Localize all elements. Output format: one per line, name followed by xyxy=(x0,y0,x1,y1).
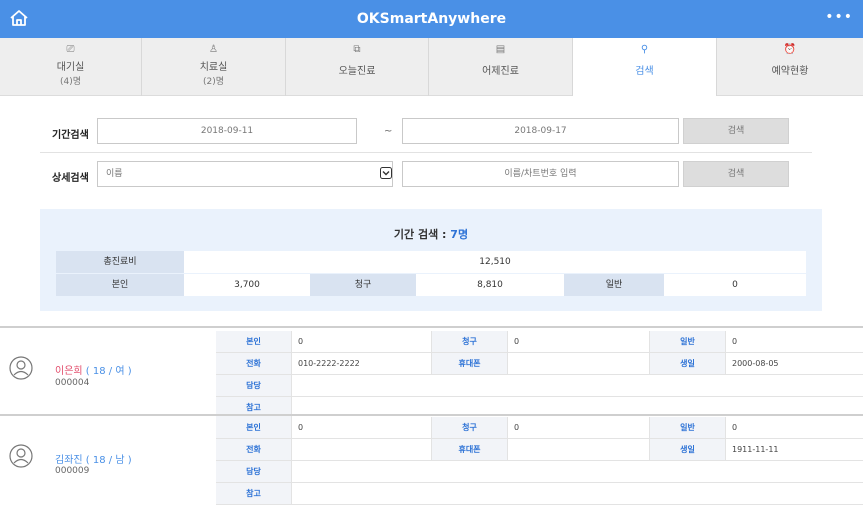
total-fee-label: 총진료비 xyxy=(56,251,184,273)
patient-row[interactable]: 이은희 ( 18 / 여 ) 000004 본인 0 청구 0 일반 0 전화 … xyxy=(0,328,863,419)
general-label: 일반 xyxy=(564,274,664,296)
patient-age-sex: ( 18 / 여 ) xyxy=(85,366,132,377)
summary-title: 기간 검색 : xyxy=(393,228,451,241)
patient-name-line: 김좌진 ( 18 / 남 ) xyxy=(55,451,132,466)
tab-label: 오늘진료 xyxy=(338,66,376,77)
general-value: 0 xyxy=(664,274,806,296)
summary-heading: 기간 검색 : 7명 xyxy=(40,226,822,242)
claim-label: 청구 xyxy=(310,274,416,296)
manager-value xyxy=(292,461,863,483)
period-search-button[interactable]: 검색 xyxy=(683,118,789,144)
tab-label: 어제진료 xyxy=(482,66,519,77)
divider xyxy=(40,152,812,153)
claim-label: 청구 xyxy=(432,417,508,439)
person-icon: ♙ xyxy=(209,44,218,55)
birth-value: 2000-08-05 xyxy=(726,353,863,375)
general-value: 0 xyxy=(726,331,863,353)
period-search-label: 기간검색 xyxy=(52,130,89,141)
birth-label: 생일 xyxy=(650,353,726,375)
tab-yesterday[interactable]: ▤ 어제진료 xyxy=(429,38,573,96)
patient-chart-number: 000004 xyxy=(55,378,90,388)
date-range-tilde: ~ xyxy=(384,126,393,137)
birth-value: 1911-11-11 xyxy=(726,439,863,461)
manager-value xyxy=(292,375,863,397)
claim-value: 8,810 xyxy=(416,274,564,296)
self-pay-value: 0 xyxy=(292,331,432,353)
app-title: OKSmartAnywhere xyxy=(356,11,507,27)
patient-name: 김좌진 xyxy=(55,455,83,466)
avatar-icon xyxy=(9,356,33,380)
patient-name-line: 이은희 ( 18 / 여 ) xyxy=(55,362,132,377)
door-icon: ⎚ xyxy=(66,44,75,55)
self-pay-label: 본인 xyxy=(216,417,292,439)
tab-label: 예약현황 xyxy=(771,66,809,77)
more-menu-icon[interactable]: ••• xyxy=(825,9,853,25)
general-label: 일반 xyxy=(650,331,726,353)
avatar-icon xyxy=(9,444,33,468)
self-pay-label: 본인 xyxy=(216,331,292,353)
tab-search[interactable]: ⚲ 검색 xyxy=(573,38,717,96)
copy-icon: ⧉ xyxy=(353,44,361,55)
patient-row[interactable]: 김좌진 ( 18 / 남 ) 000009 본인 0 청구 0 일반 0 전화 … xyxy=(0,414,863,505)
claim-label: 청구 xyxy=(432,331,508,353)
name-chart-input[interactable]: 이름/차트번호 입력 xyxy=(402,161,679,187)
tab-treatment-room[interactable]: ♙ 치료실 (2)명 xyxy=(142,38,286,96)
calendar-icon: ▤ xyxy=(495,44,506,55)
general-value: 0 xyxy=(726,417,863,439)
tab-count: (4)명 xyxy=(59,77,82,87)
phone-value: 010-2222-2222 xyxy=(292,353,432,375)
tab-label: 대기실 xyxy=(56,62,85,73)
phone-label: 전화 xyxy=(216,353,292,375)
summary-count: 7명 xyxy=(450,228,469,241)
self-pay-value: 0 xyxy=(292,417,432,439)
tab-label: 검색 xyxy=(635,66,654,77)
tab-count: (2)명 xyxy=(202,77,225,87)
detail-search-select[interactable]: 이름 xyxy=(97,161,393,187)
tab-waiting-room[interactable]: ⎚ 대기실 (4)명 xyxy=(0,38,142,96)
tab-reservations[interactable]: ⏰ 예약현황 xyxy=(717,38,863,96)
patient-chart-number: 000009 xyxy=(55,466,90,476)
birth-label: 생일 xyxy=(650,439,726,461)
search-icon: ⚲ xyxy=(640,44,649,55)
period-summary-panel: 기간 검색 : 7명 총진료비 12,510 본인 3,700 청구 8,810… xyxy=(40,209,822,311)
patient-name: 이은희 xyxy=(55,366,83,377)
date-to-input[interactable]: 2018-09-17 xyxy=(402,118,679,144)
self-pay-value: 3,700 xyxy=(184,274,310,296)
main-tabs: ⎚ 대기실 (4)명 ♙ 치료실 (2)명 ⧉ 오늘진료 ▤ 어제진료 ⚲ 검색… xyxy=(0,38,863,96)
patient-age-sex: ( 18 / 남 ) xyxy=(85,455,132,466)
self-pay-label: 본인 xyxy=(56,274,184,296)
manager-label: 담당 xyxy=(216,461,292,483)
detail-search-label: 상세검색 xyxy=(52,173,89,184)
phone-label: 전화 xyxy=(216,439,292,461)
mobile-label: 휴대폰 xyxy=(432,353,508,375)
mobile-label: 휴대폰 xyxy=(432,439,508,461)
date-from-input[interactable]: 2018-09-11 xyxy=(97,118,357,144)
total-fee-value: 12,510 xyxy=(184,251,806,273)
claim-value: 0 xyxy=(508,331,650,353)
mobile-value xyxy=(508,353,650,375)
manager-label: 담당 xyxy=(216,375,292,397)
chevron-down-icon[interactable] xyxy=(380,167,392,179)
tab-today[interactable]: ⧉ 오늘진료 xyxy=(286,38,429,96)
phone-value xyxy=(292,439,432,461)
claim-value: 0 xyxy=(508,417,650,439)
tab-label: 치료실 xyxy=(199,62,228,73)
detail-search-button[interactable]: 검색 xyxy=(683,161,789,187)
top-bar: OKSmartAnywhere ••• xyxy=(0,0,863,38)
general-label: 일반 xyxy=(650,417,726,439)
mobile-value xyxy=(508,439,650,461)
alarm-icon: ⏰ xyxy=(783,44,797,55)
